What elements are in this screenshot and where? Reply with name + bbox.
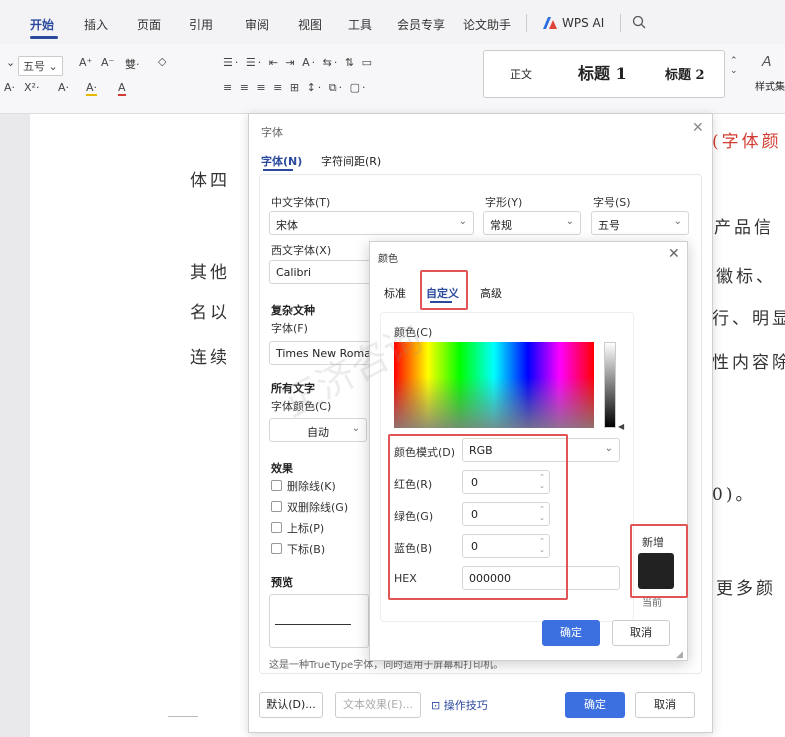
luminance-arrow-icon[interactable]: ◀ xyxy=(618,422,624,431)
tab-tools[interactable]: 工具 xyxy=(348,16,372,33)
tab-advanced[interactable]: 高级 xyxy=(480,285,502,301)
effects-heading: 效果 xyxy=(271,462,293,475)
doc-text-line: 产品信 xyxy=(714,218,774,238)
tab-standard[interactable]: 标准 xyxy=(384,285,406,301)
doc-text-line: 其他 xyxy=(190,263,230,283)
resize-grip-icon[interactable]: ◢ xyxy=(676,650,683,660)
font-style-select[interactable]: 常规 ⌄ xyxy=(483,211,581,235)
font-size-select[interactable]: 五号 ⌄ xyxy=(591,211,689,235)
chinese-font-label: 中文字体(T) xyxy=(271,196,331,209)
doc-text-line: 行、明显 xyxy=(712,309,785,329)
doc-text-line: 0)。 xyxy=(712,485,756,505)
style-heading-1[interactable]: 标题 1 xyxy=(578,60,627,84)
style-set-icon[interactable]: 𝘈 xyxy=(762,54,772,70)
style-set-label[interactable]: 样式集 xyxy=(755,78,785,93)
tab-view[interactable]: 视图 xyxy=(298,16,322,33)
doc-text-line: 体四 xyxy=(190,171,230,191)
double-strikethrough-label: 双删除线(G) xyxy=(287,501,349,514)
font-dialog-title: 字体 xyxy=(261,126,283,139)
default-button[interactable]: 默认(D)... xyxy=(259,692,323,718)
strikethrough-checkbox[interactable] xyxy=(271,480,282,491)
grow-font-button[interactable]: A⁺ xyxy=(79,56,92,69)
chevron-down-icon: ⌄ xyxy=(458,216,467,227)
font-color-select[interactable]: 自动 ⌄ xyxy=(269,418,367,442)
color-dialog-title: 颜色 xyxy=(378,254,398,265)
tab-review[interactable]: 审阅 xyxy=(245,16,269,33)
complex-script-heading: 复杂文种 xyxy=(271,304,315,317)
doc-text-line: 性内容除 xyxy=(712,353,785,373)
ribbon-tab-bar: 开始 插入 页面 引用 审阅 视图 工具 会员专享 论文助手 WPS AI xyxy=(0,0,785,44)
highlight-rgb-fields xyxy=(388,434,568,600)
chevron-down-icon: ⌄ xyxy=(351,423,360,434)
font-style-label: 字形(Y) xyxy=(485,196,523,209)
phonetic-button[interactable]: 雙· xyxy=(125,56,140,72)
page-corner-mark xyxy=(168,716,198,717)
subscript-checkbox[interactable] xyxy=(271,543,282,554)
style-scroll-icon[interactable]: ⌃ ⌄ xyxy=(730,56,738,76)
ok-button[interactable]: 确定 xyxy=(565,692,625,718)
chevron-down-icon: ⌄ xyxy=(673,216,682,227)
text-effect-button[interactable]: A· xyxy=(4,81,15,94)
font-name-chevron-icon[interactable]: ⌄ xyxy=(6,56,15,69)
superscript-button[interactable]: X²· xyxy=(24,81,39,94)
tab-separator xyxy=(620,14,621,32)
font-size-select[interactable]: 五号 ⌄ xyxy=(18,56,63,76)
style-heading-2[interactable]: 标题 2 xyxy=(665,64,705,83)
paragraph-tools-row1[interactable]: ☰· ☰· ⇤ ⇥ A· ⇆· ⇅ ▭ xyxy=(223,56,374,69)
tab-references[interactable]: 引用 xyxy=(189,16,213,33)
text-effects-button[interactable]: 文本效果(E)... xyxy=(335,692,421,718)
doc-text-line: 连续 xyxy=(190,348,230,368)
tab-insert[interactable]: 插入 xyxy=(84,16,108,33)
chevron-down-icon: ⌄ xyxy=(565,216,574,227)
chevron-down-icon: ⌄ xyxy=(604,443,613,454)
tab-font[interactable]: 字体(N) xyxy=(261,153,302,169)
superscript-label: 上标(P) xyxy=(287,522,325,535)
tab-member[interactable]: 会员专享 xyxy=(397,16,445,33)
active-tab-indicator xyxy=(30,36,58,39)
paragraph-tools-row2[interactable]: ≡ ≡ ≡ ≡ ⊞ ↕· ⧉· ▢· xyxy=(223,81,368,95)
doc-text-line: 更多颜 xyxy=(716,579,776,599)
cancel-button[interactable]: 取消 xyxy=(635,692,695,718)
complex-font-label: 字体(F) xyxy=(271,322,308,335)
highlight-swatch xyxy=(630,524,688,598)
western-font-label: 西文字体(X) xyxy=(271,244,332,257)
strikethrough-label: 删除线(K) xyxy=(287,480,336,493)
outline-button[interactable]: A· xyxy=(58,81,69,94)
tab-wps-ai[interactable]: WPS AI xyxy=(562,16,604,30)
tab-separator xyxy=(526,14,527,32)
superscript-checkbox[interactable] xyxy=(271,522,282,533)
luminance-slider[interactable] xyxy=(604,342,616,428)
clear-format-icon[interactable]: ◇ xyxy=(158,55,166,68)
close-icon[interactable]: ✕ xyxy=(692,120,704,136)
color-dialog: 颜色 ✕ 标准 自定义 高级 颜色(C) ◀ 颜色模式(D) RGB ⌄ 红色(R… xyxy=(369,241,688,661)
double-strikethrough-checkbox[interactable] xyxy=(271,501,282,512)
tab-page[interactable]: 页面 xyxy=(137,16,161,33)
shrink-font-button[interactable]: A⁻ xyxy=(101,56,114,69)
color-cancel-button[interactable]: 取消 xyxy=(612,620,670,646)
wps-ai-icon xyxy=(543,17,557,29)
tab-home[interactable]: 开始 xyxy=(30,16,54,33)
close-icon[interactable]: ✕ xyxy=(668,246,680,262)
highlight-button[interactable]: A· xyxy=(86,81,98,96)
style-normal[interactable]: 正文 xyxy=(510,66,532,82)
color-ok-button[interactable]: 确定 xyxy=(542,620,600,646)
tab-paper-assistant[interactable]: 论文助手 xyxy=(463,16,511,33)
active-tab-indicator xyxy=(263,169,293,171)
western-font-select[interactable]: Calibri xyxy=(269,260,374,284)
preview-heading: 预览 xyxy=(271,576,293,589)
font-size-label: 字号(S) xyxy=(593,196,631,209)
font-preview-box xyxy=(269,594,369,648)
doc-text-line: 名以 xyxy=(190,303,230,323)
search-icon[interactable] xyxy=(632,15,646,29)
preview-baseline xyxy=(275,624,351,625)
subscript-label: 下标(B) xyxy=(287,543,326,556)
highlight-custom-tab xyxy=(420,270,468,310)
doc-text-line: 徽标、 xyxy=(716,267,776,287)
tab-char-spacing[interactable]: 字符间距(R) xyxy=(321,153,381,169)
chinese-font-select[interactable]: 宋体 ⌄ xyxy=(269,211,474,235)
font-color-button[interactable]: A xyxy=(118,81,126,96)
doc-text-line: (字体颜 xyxy=(712,132,782,152)
tips-link[interactable]: ⊡ 操作技巧 xyxy=(431,697,488,713)
